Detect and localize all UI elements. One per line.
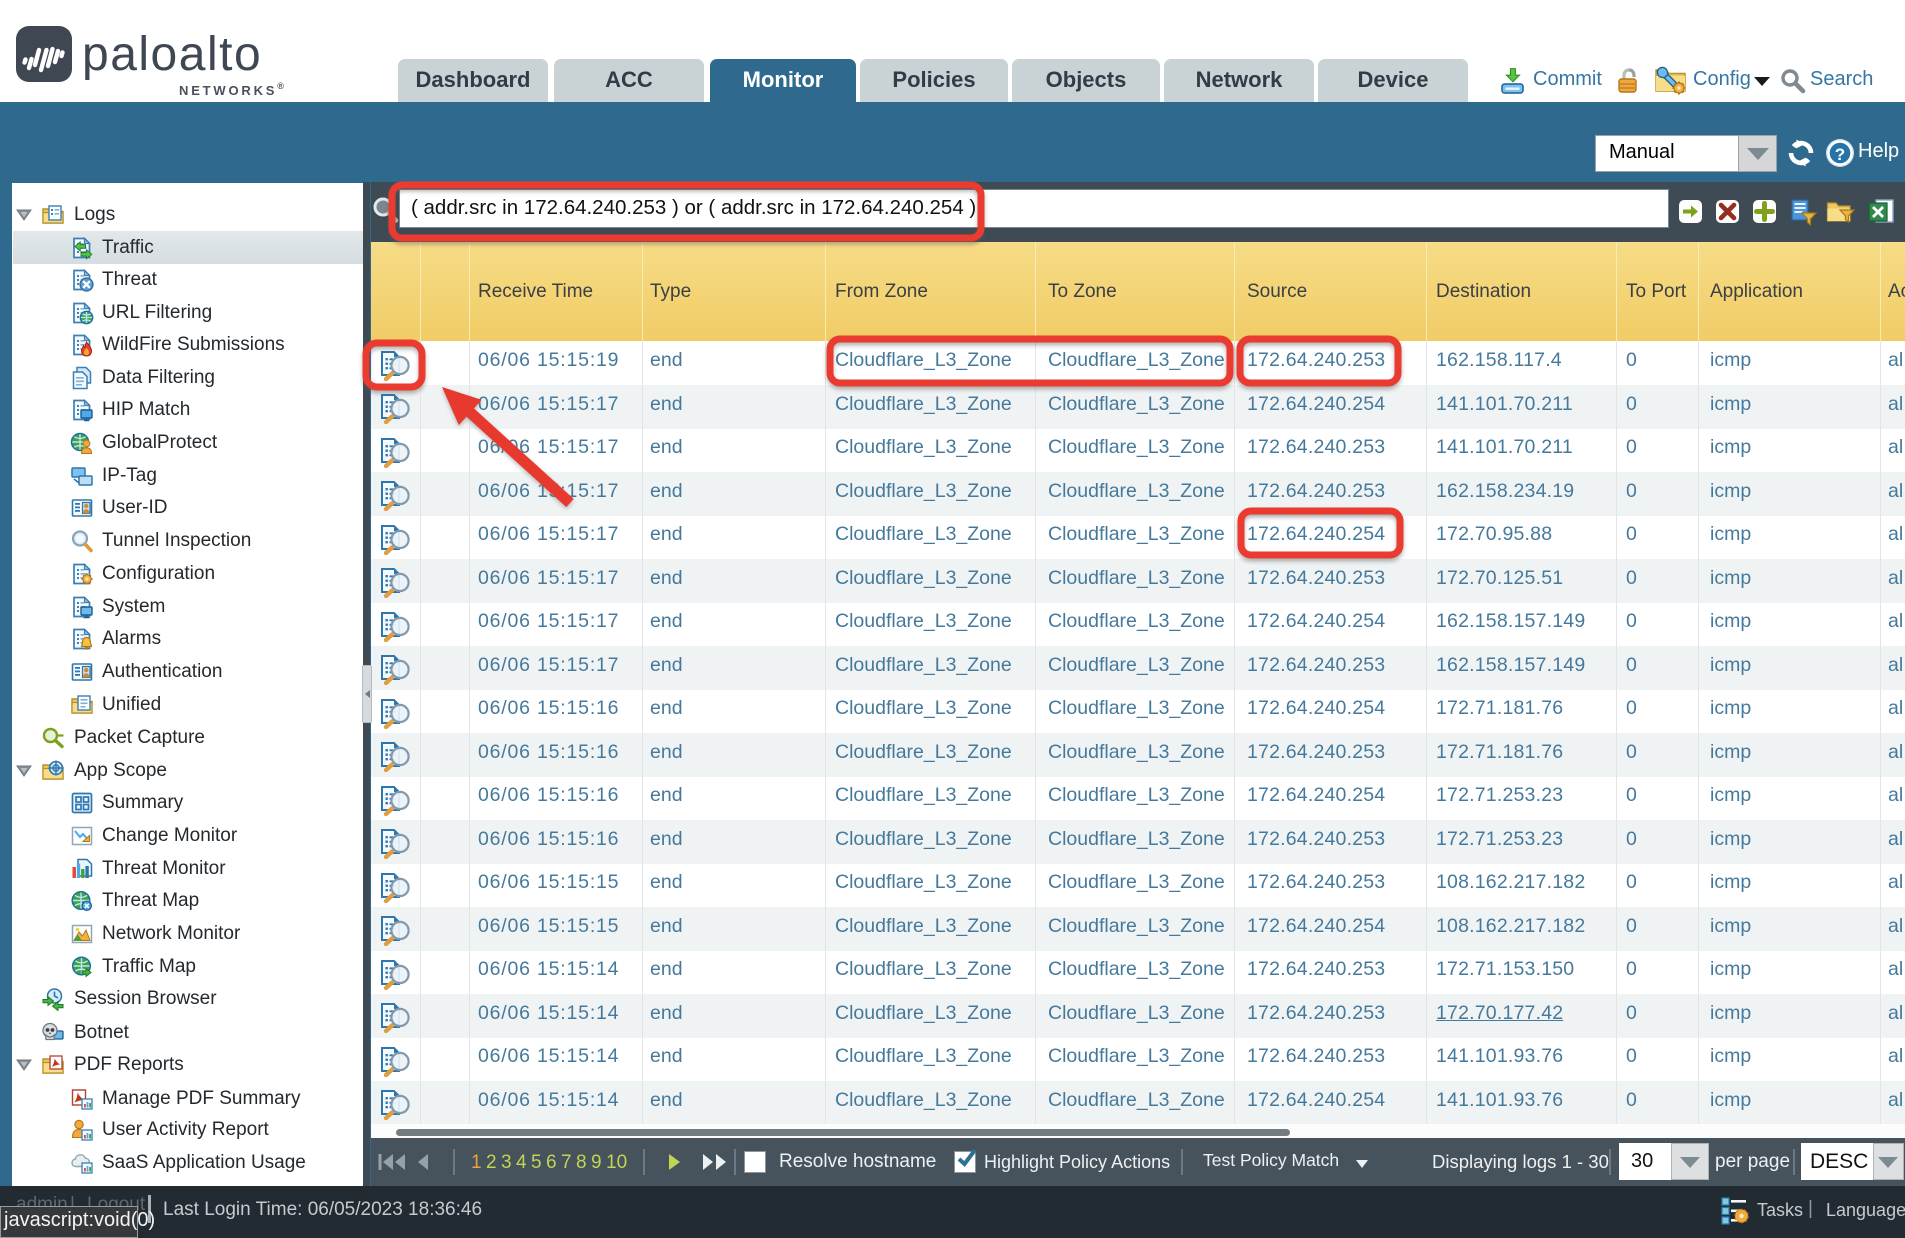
svg-text:?: ? — [1835, 145, 1845, 164]
